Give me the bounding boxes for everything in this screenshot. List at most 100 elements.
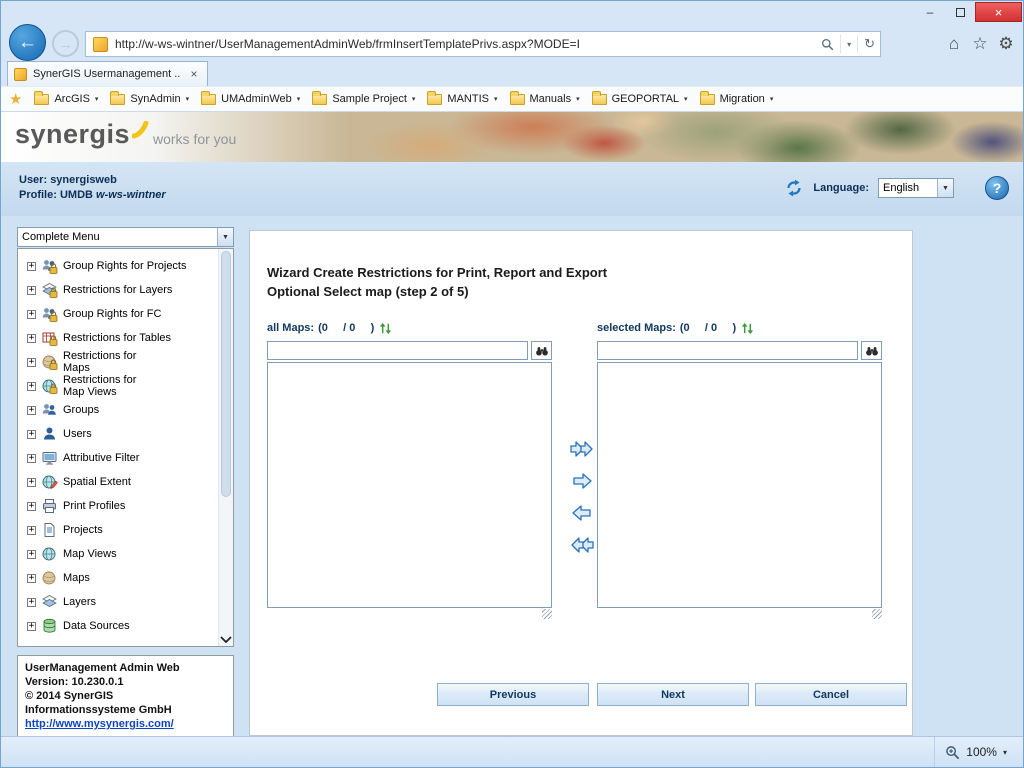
close-button[interactable]: × [975,2,1022,22]
favorites-bar-item[interactable]: MANTIS ▾ [423,91,505,107]
selected-maps-listbox[interactable] [597,362,882,608]
move-right-button[interactable] [570,471,594,492]
tree-scrollbar[interactable] [218,249,233,646]
expand-icon[interactable]: + [27,526,36,535]
cancel-button[interactable]: Cancel [755,683,907,706]
scrollbar-thumb[interactable] [221,251,231,497]
reload-list-icon[interactable] [378,321,393,336]
previous-button[interactable]: Previous [437,683,589,706]
tree-item-restrictions-map-views[interactable]: +Restrictions for Map Views [27,374,217,398]
all-maps-column: all Maps: (0 / 0 ) [267,319,552,619]
chevron-down-icon: ▾ [494,95,498,103]
autocomplete-caret-icon[interactable]: ▾ [847,40,851,49]
minimize-button[interactable]: – [915,2,945,22]
favorites-star-icon[interactable]: ☆ [967,31,993,57]
favorites-bar-item[interactable]: SynAdmin▾ [106,91,197,107]
expand-icon[interactable]: + [27,286,36,295]
layers-icon [41,594,58,610]
favorites-bar: ★ ArcGIS▾ SynAdmin▾ UMAdminWeb▾ Sample P… [1,86,1023,112]
selected-maps-count: (0 / 0 ) [680,322,736,334]
selected-maps-search-button[interactable] [861,341,882,360]
zoom-control[interactable]: 100% ▾ [934,737,1017,767]
maximize-button[interactable] [945,2,975,22]
scroll-down-icon[interactable] [220,636,232,643]
favorite-label: UMAdminWeb [221,93,292,105]
refresh-icon[interactable]: ↻ [864,36,875,52]
expand-icon[interactable]: + [27,310,36,319]
favorites-bar-item[interactable]: ArcGIS▾ [30,91,106,107]
printer-icon [41,498,58,514]
expand-icon[interactable]: + [27,334,36,343]
language-select[interactable]: English ▼ [878,178,954,198]
expand-icon[interactable]: + [27,550,36,559]
favorites-bar-item[interactable]: UMAdminWeb▾ [197,91,308,107]
navigation-tree: + Group Rights for Projects +Restrictions… [17,248,234,647]
user-label: User: [19,174,47,186]
move-all-right-button[interactable] [570,439,594,460]
tree-item-restrictions-maps[interactable]: +Restrictions for Maps [27,350,217,374]
divider [857,35,858,53]
tree-item-data-sources[interactable]: +Data Sources [27,614,217,638]
expand-icon[interactable]: + [27,454,36,463]
double-arrow-left-icon [570,535,594,555]
expand-icon[interactable]: + [27,430,36,439]
expand-icon[interactable]: + [27,382,36,391]
favorites-bar-item[interactable]: Migration▾ [696,91,782,107]
tree-item-maps[interactable]: +Maps [27,566,217,590]
about-link[interactable]: http://www.mysynergis.com/ [25,717,226,731]
favorites-bar-item[interactable]: GEOPORTAL▾ [588,91,696,107]
settings-gear-icon[interactable]: ⚙ [993,31,1019,57]
address-bar[interactable]: http://w-ws-wintner/UserManagementAdminW… [85,31,881,57]
tree-item-attributive-filter[interactable]: +Attributive Filter [27,446,217,470]
tree-item-restrictions-layers[interactable]: +Restrictions for Layers [27,278,217,302]
tab-bar: SynerGIS Usermanagement ... × [1,61,1023,86]
all-maps-listbox[interactable] [267,362,552,608]
forward-arrow-icon: → [59,36,73,52]
folder-icon [510,94,525,105]
help-button[interactable]: ? [985,176,1009,200]
tree-item-spatial-extent[interactable]: +Spatial Extent [27,470,217,494]
forward-button[interactable]: → [52,30,79,57]
move-left-button[interactable] [570,503,594,524]
expand-icon[interactable]: + [27,478,36,487]
tree-item-group-rights-fc[interactable]: +Group Rights for FC [27,302,217,326]
tree-item-print-profiles[interactable]: +Print Profiles [27,494,217,518]
next-button[interactable]: Next [597,683,749,706]
move-all-left-button[interactable] [570,535,594,556]
expand-icon[interactable]: + [27,574,36,583]
expand-icon[interactable]: + [27,358,36,367]
favorites-bar-item[interactable]: Manuals▾ [506,91,588,107]
all-maps-search-button[interactable] [531,341,552,360]
tree-item-group-rights-projects[interactable]: + Group Rights for Projects [27,254,217,278]
add-favorite-star-icon[interactable]: ★ [9,90,22,108]
menu-mode-select[interactable]: Complete Menu ▼ [17,227,234,247]
reload-list-icon[interactable] [740,321,755,336]
expand-icon[interactable]: + [27,622,36,631]
favorite-label: MANTIS [447,93,489,105]
back-button[interactable]: ← [9,24,46,61]
search-icon[interactable] [821,38,834,51]
tree-item-label: Groups [63,404,99,416]
expand-icon[interactable]: + [27,406,36,415]
tree-item-restrictions-tables[interactable]: +Restrictions for Tables [27,326,217,350]
tree-item-label: Group Rights for Projects [63,260,187,272]
expand-icon[interactable]: + [27,502,36,511]
tree-item-groups[interactable]: + Groups [27,398,217,422]
expand-icon[interactable]: + [27,262,36,271]
expand-icon[interactable]: + [27,598,36,607]
tree-item-projects[interactable]: +Projects [27,518,217,542]
all-maps-filter-input[interactable] [267,341,528,360]
selected-maps-filter-input[interactable] [597,341,858,360]
tree-item-layers[interactable]: +Layers [27,590,217,614]
favorite-label: SynAdmin [130,93,180,105]
tree-item-users[interactable]: +Users [27,422,217,446]
resize-handle[interactable] [542,609,552,619]
wizard-heading: Wizard Create Restrictions for Print, Re… [267,263,607,301]
sync-icon[interactable] [784,178,804,198]
tree-item-map-views[interactable]: +Map Views [27,542,217,566]
browser-tab[interactable]: SynerGIS Usermanagement ... × [7,61,208,86]
resize-handle[interactable] [872,609,882,619]
favorites-bar-item[interactable]: Sample Project▾ [308,91,423,107]
tab-close-icon[interactable]: × [187,67,201,81]
home-icon[interactable]: ⌂ [941,31,967,57]
